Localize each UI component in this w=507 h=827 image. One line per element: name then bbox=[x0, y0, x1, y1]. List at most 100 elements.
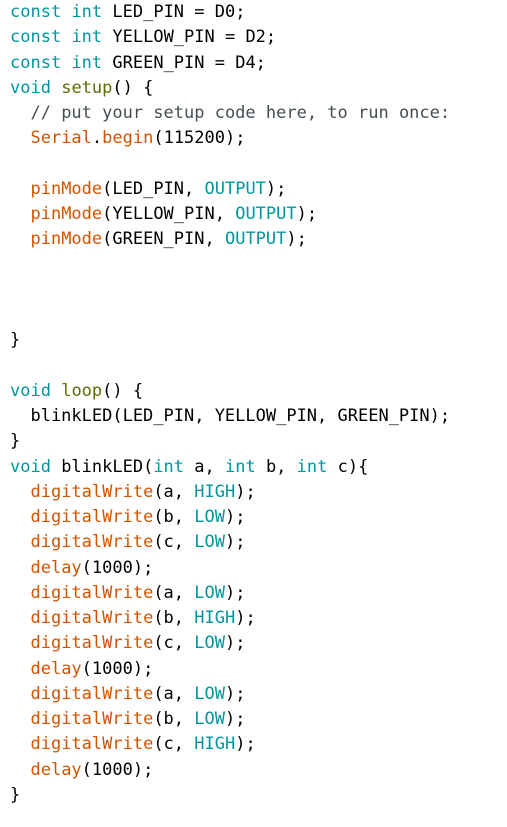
code-token-plain: blinkLED(LED_PIN, YELLOW_PIN, GREEN_PIN)… bbox=[10, 406, 451, 426]
code-token-plain: (c, bbox=[153, 633, 195, 654]
code-token-builtin: digitalWrite bbox=[30, 709, 154, 729]
code-token-builtin: pinMode bbox=[30, 229, 103, 250]
code-token-plain: (1000); bbox=[81, 759, 154, 780]
code-token-builtin: pinMode bbox=[30, 204, 103, 224]
code-line[interactable]: pinMode(YELLOW_PIN, OUTPUT); bbox=[10, 202, 317, 227]
code-token-keyword: const bbox=[10, 27, 62, 48]
code-token-plain: ); bbox=[265, 178, 287, 199]
code-token-plain: ); bbox=[224, 709, 246, 729]
code-token-builtin: pinMode bbox=[30, 178, 103, 199]
code-token-plain: (a, bbox=[153, 481, 195, 502]
code-token-plain: ); bbox=[224, 633, 246, 654]
code-token-builtin: digitalWrite bbox=[30, 481, 154, 502]
code-token-builtin: digitalWrite bbox=[30, 734, 154, 755]
code-token-builtin: digitalWrite bbox=[30, 683, 154, 704]
code-line[interactable]: digitalWrite(c, HIGH); bbox=[10, 732, 255, 757]
code-token-plain: YELLOW_PIN = D2; bbox=[102, 27, 277, 48]
code-token-plain: (b, bbox=[153, 608, 195, 628]
code-token-plain: () { bbox=[102, 380, 144, 401]
code-line[interactable]: blinkLED(LED_PIN, YELLOW_PIN, GREEN_PIN)… bbox=[10, 404, 450, 429]
code-line[interactable]: digitalWrite(a, LOW); bbox=[10, 682, 245, 707]
code-line[interactable]: } bbox=[10, 429, 20, 454]
code-line[interactable]: void blinkLED(int a, int b, int c){ bbox=[10, 455, 368, 480]
code-token-plain: (b, bbox=[153, 507, 195, 527]
code-line[interactable]: } bbox=[10, 328, 20, 353]
code-line[interactable]: } bbox=[10, 783, 20, 808]
code-token-const: OUTPUT bbox=[204, 178, 266, 199]
code-token-keyword: int bbox=[71, 52, 103, 73]
code-token-plain: c){ bbox=[327, 456, 369, 477]
code-line[interactable]: void loop() { bbox=[10, 379, 143, 404]
code-token-plain: . bbox=[91, 128, 103, 149]
code-token-const: HIGH bbox=[194, 608, 236, 628]
code-line[interactable]: digitalWrite(b, HIGH); bbox=[10, 606, 255, 631]
code-token-plain: LED_PIN = D0; bbox=[102, 2, 246, 22]
code-token-builtin: Serial bbox=[30, 128, 92, 149]
code-line[interactable]: const int GREEN_PIN = D4; bbox=[10, 51, 266, 76]
code-token-plain: ); bbox=[286, 229, 307, 250]
code-token-plain: (a, bbox=[153, 582, 195, 603]
code-line[interactable]: const int YELLOW_PIN = D2; bbox=[10, 25, 276, 50]
code-token-setup: loop bbox=[61, 380, 103, 401]
code-line[interactable]: digitalWrite(c, LOW); bbox=[10, 631, 245, 656]
code-token-keyword: int bbox=[296, 456, 328, 477]
code-line[interactable]: delay(1000); bbox=[10, 657, 153, 682]
code-token-builtin: begin bbox=[102, 128, 154, 149]
code-token-builtin: digitalWrite bbox=[30, 507, 154, 527]
code-line[interactable]: delay(1000); bbox=[10, 556, 153, 581]
code-line[interactable]: // put your setup code here, to run once… bbox=[10, 101, 450, 126]
code-line[interactable]: digitalWrite(a, HIGH); bbox=[10, 480, 256, 505]
code-token-builtin: digitalWrite bbox=[30, 633, 154, 654]
code-token-keyword: int bbox=[71, 27, 103, 48]
code-token-keyword: int bbox=[153, 456, 185, 477]
code-token-plain: ); bbox=[224, 532, 246, 553]
code-token-keyword: void bbox=[10, 380, 51, 401]
code-line[interactable]: digitalWrite(c, LOW); bbox=[10, 530, 245, 555]
code-token-plain: ); bbox=[235, 481, 256, 502]
code-line[interactable]: digitalWrite(b, LOW); bbox=[10, 505, 245, 530]
code-token-builtin: digitalWrite bbox=[30, 582, 154, 603]
code-token-plain: ); bbox=[224, 582, 246, 603]
code-line[interactable]: pinMode(LED_PIN, OUTPUT); bbox=[10, 177, 286, 202]
code-token-const: LOW bbox=[194, 532, 225, 553]
code-token-plain: (1000); bbox=[81, 658, 154, 679]
code-token-plain: (b, bbox=[153, 709, 195, 729]
code-line[interactable]: pinMode(GREEN_PIN, OUTPUT); bbox=[10, 227, 307, 252]
code-editor[interactable]: const int LED_PIN = D0; const int YELLOW_… bbox=[10, 0, 507, 827]
code-token-plain: ); bbox=[224, 507, 246, 527]
code-line[interactable]: delay(1000); bbox=[10, 758, 153, 783]
code-token-plain: GREEN_PIN = D4; bbox=[102, 52, 266, 73]
code-token-plain: (a, bbox=[153, 683, 195, 704]
code-token-builtin: digitalWrite bbox=[30, 608, 154, 628]
code-token-builtin: digitalWrite bbox=[30, 532, 154, 553]
code-line[interactable]: digitalWrite(a, LOW); bbox=[10, 581, 245, 606]
code-line[interactable]: Serial.begin(115200); bbox=[10, 126, 245, 151]
code-token-plain: (YELLOW_PIN, bbox=[102, 204, 236, 224]
code-token-keyword: void bbox=[10, 77, 51, 98]
code-token-plain: () { bbox=[112, 77, 154, 98]
code-token-plain: b, bbox=[255, 456, 297, 477]
code-line[interactable]: digitalWrite(b, LOW); bbox=[10, 707, 245, 732]
code-line[interactable]: void setup() { bbox=[10, 76, 153, 101]
code-token-plain: ); bbox=[224, 683, 246, 704]
code-token-keyword: int bbox=[71, 2, 103, 22]
code-line[interactable]: const int LED_PIN = D0; bbox=[10, 0, 245, 25]
code-token-plain: (c, bbox=[153, 734, 195, 755]
code-token-plain: a, bbox=[184, 456, 225, 477]
